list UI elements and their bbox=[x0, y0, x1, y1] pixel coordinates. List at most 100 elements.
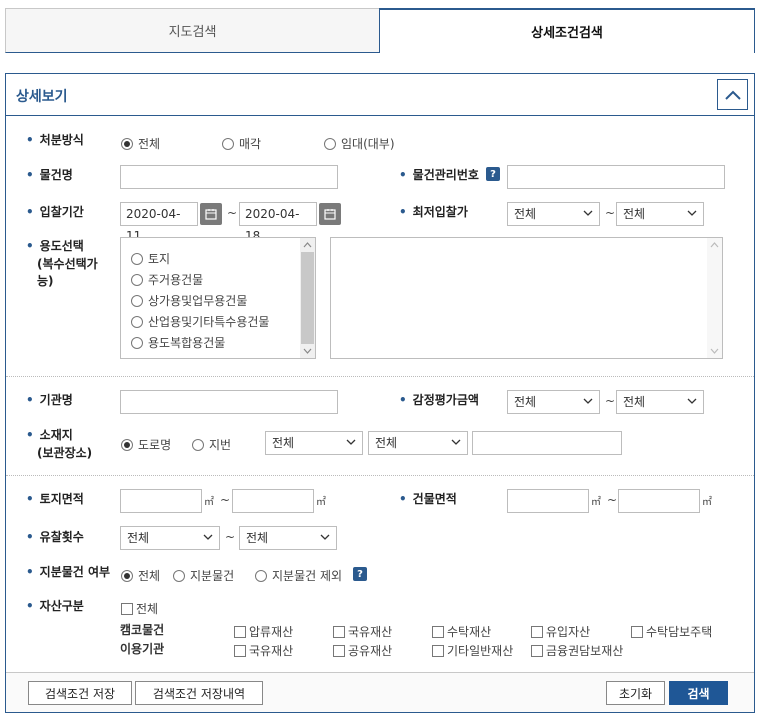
radio-icon bbox=[192, 438, 204, 451]
min-bid-tilde: ~ bbox=[605, 206, 616, 220]
camco-checkbox[interactable]: 수탁재산 bbox=[432, 623, 491, 640]
location-detail-input[interactable] bbox=[472, 431, 622, 455]
camco-item-label: 유입자산 bbox=[546, 625, 591, 639]
camco-checkbox[interactable]: 수탁담보주택 bbox=[631, 623, 712, 640]
help-icon-text: ? bbox=[490, 168, 496, 180]
disposal-radio-lease[interactable]: 임대(대부) bbox=[324, 135, 395, 152]
scroll-up-icon[interactable] bbox=[303, 241, 312, 248]
agency-checkbox[interactable]: 금융권담보재산 bbox=[531, 642, 623, 659]
building-area-from-input[interactable] bbox=[507, 489, 589, 513]
agency-checkbox[interactable]: 공유재산 bbox=[333, 642, 392, 659]
appraisal-tilde: ~ bbox=[605, 394, 616, 408]
min-bid-from-select[interactable]: 전체 bbox=[507, 202, 600, 226]
usage-item[interactable]: 산업용및기타특수용건물 bbox=[131, 313, 269, 330]
scrollbar[interactable] bbox=[707, 238, 722, 358]
disposal-option-label: 매각 bbox=[239, 137, 262, 151]
item-mgmt-no-input[interactable] bbox=[507, 165, 725, 189]
camco-item-label: 수탁담보주택 bbox=[646, 625, 713, 639]
item-mgmt-no-label: 물건관리번호 bbox=[399, 167, 479, 184]
appraisal-to-select[interactable]: 전체 bbox=[616, 390, 704, 414]
agency-checkbox[interactable]: 국유재산 bbox=[234, 642, 293, 659]
scroll-up-icon[interactable] bbox=[710, 241, 719, 248]
share-label: 지분물건 여부 bbox=[26, 564, 110, 581]
usage-item[interactable]: 주거용건물 bbox=[131, 271, 203, 288]
usage-item[interactable]: 토지 bbox=[131, 250, 170, 267]
help-icon[interactable]: ? bbox=[353, 567, 367, 581]
radio-icon bbox=[121, 137, 133, 150]
checkbox-icon bbox=[234, 625, 246, 638]
chevron-up-icon bbox=[724, 90, 741, 100]
building-area-to-input[interactable] bbox=[618, 489, 700, 513]
checkbox-icon bbox=[333, 644, 345, 657]
location-option-label: 지번 bbox=[209, 438, 232, 452]
camco-label: 캠코물건 bbox=[120, 623, 165, 637]
save-condition-button[interactable]: 검색조건 저장 bbox=[28, 681, 132, 705]
scroll-down-icon[interactable] bbox=[710, 348, 719, 355]
calendar-start-button[interactable] bbox=[200, 203, 222, 225]
location-label: 소재지 bbox=[26, 427, 73, 444]
search-button[interactable]: 검색 bbox=[669, 681, 728, 705]
min-bid-to-select[interactable]: 전체 bbox=[616, 202, 704, 226]
help-icon[interactable]: ? bbox=[486, 167, 500, 181]
checkbox-icon bbox=[121, 602, 133, 615]
camco-item-label: 수탁재산 bbox=[447, 625, 492, 639]
share-option-label: 전체 bbox=[138, 569, 161, 583]
calendar-icon bbox=[324, 209, 336, 220]
collapse-button[interactable] bbox=[717, 79, 748, 110]
camco-checkbox[interactable]: 압류재산 bbox=[234, 623, 293, 640]
usage-item[interactable]: 용도복합용건물 bbox=[131, 334, 225, 351]
usage-item[interactable]: 상가용및업무용건물 bbox=[131, 292, 247, 309]
camco-checkbox[interactable]: 유입자산 bbox=[531, 623, 590, 640]
reset-button[interactable]: 초기화 bbox=[606, 681, 665, 705]
fail-count-from-select[interactable]: 전체 bbox=[120, 526, 220, 550]
disposal-radio-all[interactable]: 전체 bbox=[121, 135, 160, 152]
select-value: 전체 bbox=[375, 436, 398, 450]
tab-map-search[interactable]: 지도검색 bbox=[5, 8, 380, 53]
tab-detail-search[interactable]: 상세조건검색 bbox=[379, 8, 755, 53]
saved-list-button[interactable]: 검색조건 저장내역 bbox=[135, 681, 263, 705]
camco-checkbox[interactable]: 국유재산 bbox=[333, 623, 392, 640]
item-name-input[interactable] bbox=[120, 165, 338, 189]
usage-listbox[interactable]: 토지 주거용건물 상가용및업무용건물 산업용및기타특수용건물 용도복합용건물 bbox=[120, 237, 316, 359]
usage-label-line2: (복수선택가 bbox=[37, 257, 98, 271]
asset-all-checkbox[interactable]: 전체 bbox=[121, 600, 158, 617]
land-area-label: 토지면적 bbox=[26, 491, 84, 508]
land-area-from-input[interactable] bbox=[120, 489, 202, 513]
agency-checkbox[interactable]: 기타일반재산 bbox=[432, 642, 513, 659]
scrollbar[interactable] bbox=[300, 238, 315, 358]
share-radio-share[interactable]: 지분물건 bbox=[173, 567, 234, 584]
usage-sub-listbox[interactable] bbox=[330, 237, 723, 359]
agency-input[interactable] bbox=[120, 390, 338, 414]
calendar-end-button[interactable] bbox=[319, 203, 341, 225]
fail-count-label: 유찰횟수 bbox=[26, 529, 84, 546]
select-value: 전체 bbox=[514, 395, 537, 409]
select-value: 전체 bbox=[246, 531, 269, 545]
divider bbox=[6, 376, 754, 377]
help-icon-text: ? bbox=[357, 568, 363, 580]
fail-count-to-select[interactable]: 전체 bbox=[239, 526, 337, 550]
bid-start-date-input[interactable]: 2020-04-11 bbox=[120, 202, 198, 243]
share-radio-all[interactable]: 전체 bbox=[121, 567, 160, 584]
location-radio-lot[interactable]: 지번 bbox=[192, 436, 231, 453]
location-sido-select[interactable]: 전체 bbox=[265, 431, 363, 455]
appraisal-label: 감정평가금액 bbox=[399, 392, 479, 409]
radio-icon bbox=[222, 137, 234, 150]
bid-end-date-input[interactable]: 2020-04-18 bbox=[239, 202, 317, 243]
camco-item-label: 압류재산 bbox=[249, 625, 294, 639]
select-value: 전체 bbox=[514, 207, 537, 221]
chevron-down-icon bbox=[687, 210, 697, 216]
land-area-to-input[interactable] bbox=[232, 489, 314, 513]
camco-item-label: 국유재산 bbox=[348, 625, 393, 639]
location-radio-road[interactable]: 도로명 bbox=[121, 436, 171, 453]
scroll-down-icon[interactable] bbox=[303, 348, 312, 355]
building-area-unit: ㎡ bbox=[702, 497, 712, 508]
scrollbar-thumb[interactable] bbox=[301, 252, 314, 344]
location-sigungu-select[interactable]: 전체 bbox=[368, 431, 468, 455]
checkbox-icon bbox=[432, 644, 444, 657]
disposal-radio-sale[interactable]: 매각 bbox=[222, 135, 261, 152]
usage-label: 용도선택 bbox=[26, 238, 84, 255]
panel-footer: 검색조건 저장 검색조건 저장내역 초기화 검색 bbox=[6, 672, 754, 712]
appraisal-from-select[interactable]: 전체 bbox=[507, 390, 600, 414]
min-bid-label: 최저입찰가 bbox=[399, 204, 468, 221]
share-radio-exclude[interactable]: 지분물건 제외 bbox=[255, 567, 342, 584]
